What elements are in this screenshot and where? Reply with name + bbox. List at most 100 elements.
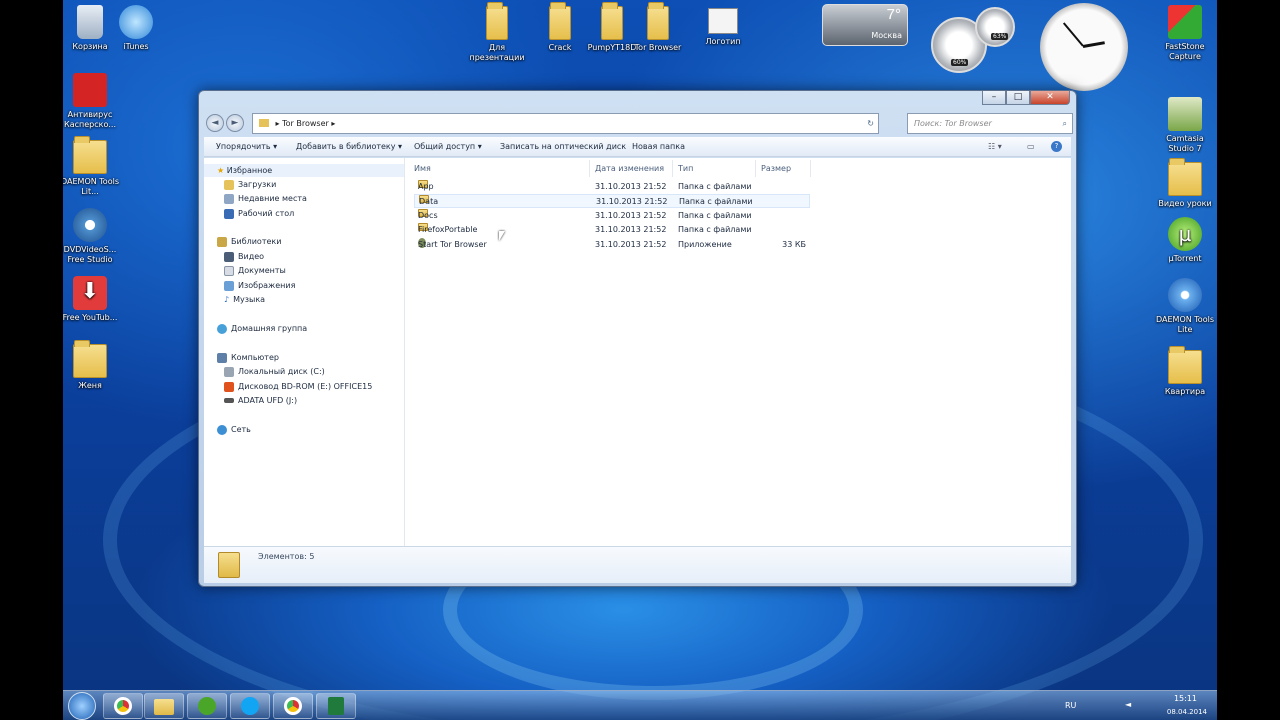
kaspersky-icon (73, 73, 107, 107)
weather-gadget[interactable]: 7° Москва (822, 4, 908, 46)
nav-downloads[interactable]: Загрузки (224, 178, 276, 191)
language-indicator[interactable]: RU (1065, 701, 1076, 710)
desktop-icon-presentation[interactable]: Для презентации (465, 2, 529, 63)
desktop-icon-dvdvideosoft[interactable]: DVDVideoS... Free Studio (63, 208, 122, 265)
nav-disk-e[interactable]: Дисковод BD-ROM (E:) OFFICE15 (224, 380, 372, 393)
itunes-icon (119, 5, 153, 39)
nav-network[interactable]: Сеть (217, 423, 251, 436)
weather-temperature: 7° (886, 6, 901, 23)
recycle-bin-icon (77, 5, 103, 39)
nav-video[interactable]: Видео (224, 250, 264, 263)
window-controls: – □ ✕ (982, 91, 1070, 106)
nav-pictures[interactable]: Изображения (224, 279, 295, 292)
breadcrumb-current[interactable]: Tor Browser (282, 119, 329, 128)
system-tray: RU ◄ 15:11 08.04.2014 (1027, 691, 1217, 720)
breadcrumb-chevron-icon: ▸ (331, 119, 336, 128)
speaker-icon[interactable]: ◄ (1125, 700, 1131, 709)
taskbar-utorrent[interactable] (187, 693, 227, 719)
desktop-icon-daemon[interactable]: DAEMON Tools Lit... (63, 136, 122, 197)
column-header-name[interactable]: Имя (410, 160, 590, 177)
nav-desktop[interactable]: Рабочий стол (224, 207, 294, 220)
refresh-icon[interactable]: ↻ (867, 114, 874, 133)
desktop-icon-logo[interactable]: Логотип (691, 8, 755, 47)
back-button[interactable]: ◄ (206, 114, 224, 132)
taskbar-explorer[interactable] (144, 693, 184, 719)
minimize-button[interactable]: – (982, 91, 1006, 105)
recent-places-icon (224, 193, 234, 204)
ram-meter-gadget[interactable]: 63% (975, 7, 1015, 47)
nav-disk-c[interactable]: Локальный диск (C:) (224, 365, 325, 378)
nav-label: ADATA UFD (J:) (238, 396, 298, 405)
file-type: Папка с файлами (678, 182, 752, 191)
desktop-icon-label: iTunes (123, 42, 149, 51)
desktop-icon-faststone[interactable]: FastStone Capture (1153, 5, 1217, 62)
chrome-icon (284, 697, 302, 715)
desktop-icon-tor-browser[interactable]: Tor Browser (626, 2, 690, 53)
file-row[interactable]: Start Tor Browser 31.10.2013 21:52 Прило… (414, 238, 810, 252)
desktop-icon-free-youtube[interactable]: ⬇ Free YouTub... (63, 276, 122, 323)
desktop-icon-label: Для презентации (469, 43, 525, 62)
nav-computer[interactable]: Компьютер (217, 351, 279, 364)
nav-homegroup[interactable]: Домашняя группа (217, 322, 307, 335)
homegroup-icon (217, 323, 227, 334)
taskbar-skype[interactable] (230, 693, 270, 719)
search-input[interactable]: Поиск: Tor Browser ⌕ (907, 113, 1073, 134)
file-type: Папка с файлами (678, 225, 752, 234)
help-icon[interactable]: ? (1051, 141, 1062, 152)
desktop-icon-apartment[interactable]: Квартира (1153, 346, 1217, 397)
nav-label: Избранное (226, 166, 273, 175)
status-bar: Элементов: 5 (204, 546, 1071, 583)
clock-gadget[interactable] (1040, 3, 1128, 91)
desktop-icon-utorrent[interactable]: µ µTorrent (1153, 217, 1217, 264)
folder-icon (1168, 158, 1202, 196)
desktop-icon-itunes[interactable]: iTunes (104, 5, 168, 52)
burn-disc-button[interactable]: Записать на оптический диск (500, 142, 626, 151)
add-to-library-menu[interactable]: Добавить в библиотеку ▾ (296, 142, 402, 151)
nav-label: Загрузки (238, 180, 277, 189)
clock-time[interactable]: 15:11 (1174, 694, 1197, 703)
nav-label: Рабочий стол (238, 209, 295, 218)
organize-menu[interactable]: Упорядочить ▾ (216, 142, 277, 151)
file-row[interactable]: FirefoxPortable 31.10.2013 21:52 Папка с… (414, 223, 810, 237)
nav-libraries[interactable]: Библиотеки (217, 235, 281, 248)
desktop-icon-video-lessons[interactable]: Видео уроки (1153, 158, 1217, 209)
nav-recent[interactable]: Недавние места (224, 192, 307, 205)
file-row[interactable]: App 31.10.2013 21:52 Папка с файлами (414, 180, 810, 194)
maximize-button[interactable]: □ (1006, 91, 1030, 105)
skype-icon (241, 697, 259, 715)
nav-music[interactable]: ♪ Музыка (224, 293, 265, 306)
taskbar-chrome-2[interactable] (273, 693, 313, 719)
close-button[interactable]: ✕ (1030, 91, 1070, 105)
start-button[interactable] (68, 692, 96, 720)
documents-library-icon (224, 265, 234, 276)
preview-pane-icon[interactable]: ▭ (1027, 142, 1035, 151)
clock-date[interactable]: 08.04.2014 (1167, 708, 1207, 716)
folder-icon (486, 2, 508, 40)
nav-label: Музыка (233, 295, 266, 304)
desktop-icon-zhenya[interactable]: Женя (63, 340, 122, 391)
column-header-size[interactable]: Размер (757, 160, 811, 177)
nav-favorites[interactable]: ★ Избранное (204, 164, 404, 177)
taskbar-excel[interactable] (316, 693, 356, 719)
desktop-icon-label: Free YouTub... (63, 313, 118, 322)
column-header-date[interactable]: Дата изменения (591, 160, 673, 177)
desktop-icon-label: DVDVideoS... Free Studio (63, 245, 117, 264)
column-header-type[interactable]: Тип (674, 160, 756, 177)
desktop-icon-kaspersky[interactable]: Антивирус Касперско... (63, 73, 122, 130)
search-icon[interactable]: ⌕ (1063, 114, 1067, 133)
file-row[interactable]: Data 31.10.2013 21:52 Папка с файлами (414, 194, 810, 208)
new-folder-button[interactable]: Новая папка (632, 142, 685, 151)
address-bar[interactable]: ▸ Tor Browser ▸ ↻ (252, 113, 879, 134)
gear-icon (73, 208, 107, 242)
nav-disk-j[interactable]: ADATA UFD (J:) (224, 394, 297, 407)
folder-icon (73, 340, 107, 378)
share-menu[interactable]: Общий доступ ▾ (414, 142, 482, 151)
view-options-icon[interactable]: ☷ ▾ (988, 142, 1002, 151)
desktop-icon-label: Антивирус Касперско... (64, 110, 116, 129)
nav-documents[interactable]: Документы (224, 264, 286, 277)
file-row[interactable]: Docs 31.10.2013 21:52 Папка с файлами (414, 209, 810, 223)
desktop-icon-camtasia[interactable]: Camtasia Studio 7 (1153, 97, 1217, 154)
desktop-icon-daemon-right[interactable]: DAEMON Tools Lite (1153, 278, 1217, 335)
taskbar-chrome[interactable] (103, 693, 143, 719)
forward-button[interactable]: ► (226, 114, 244, 132)
